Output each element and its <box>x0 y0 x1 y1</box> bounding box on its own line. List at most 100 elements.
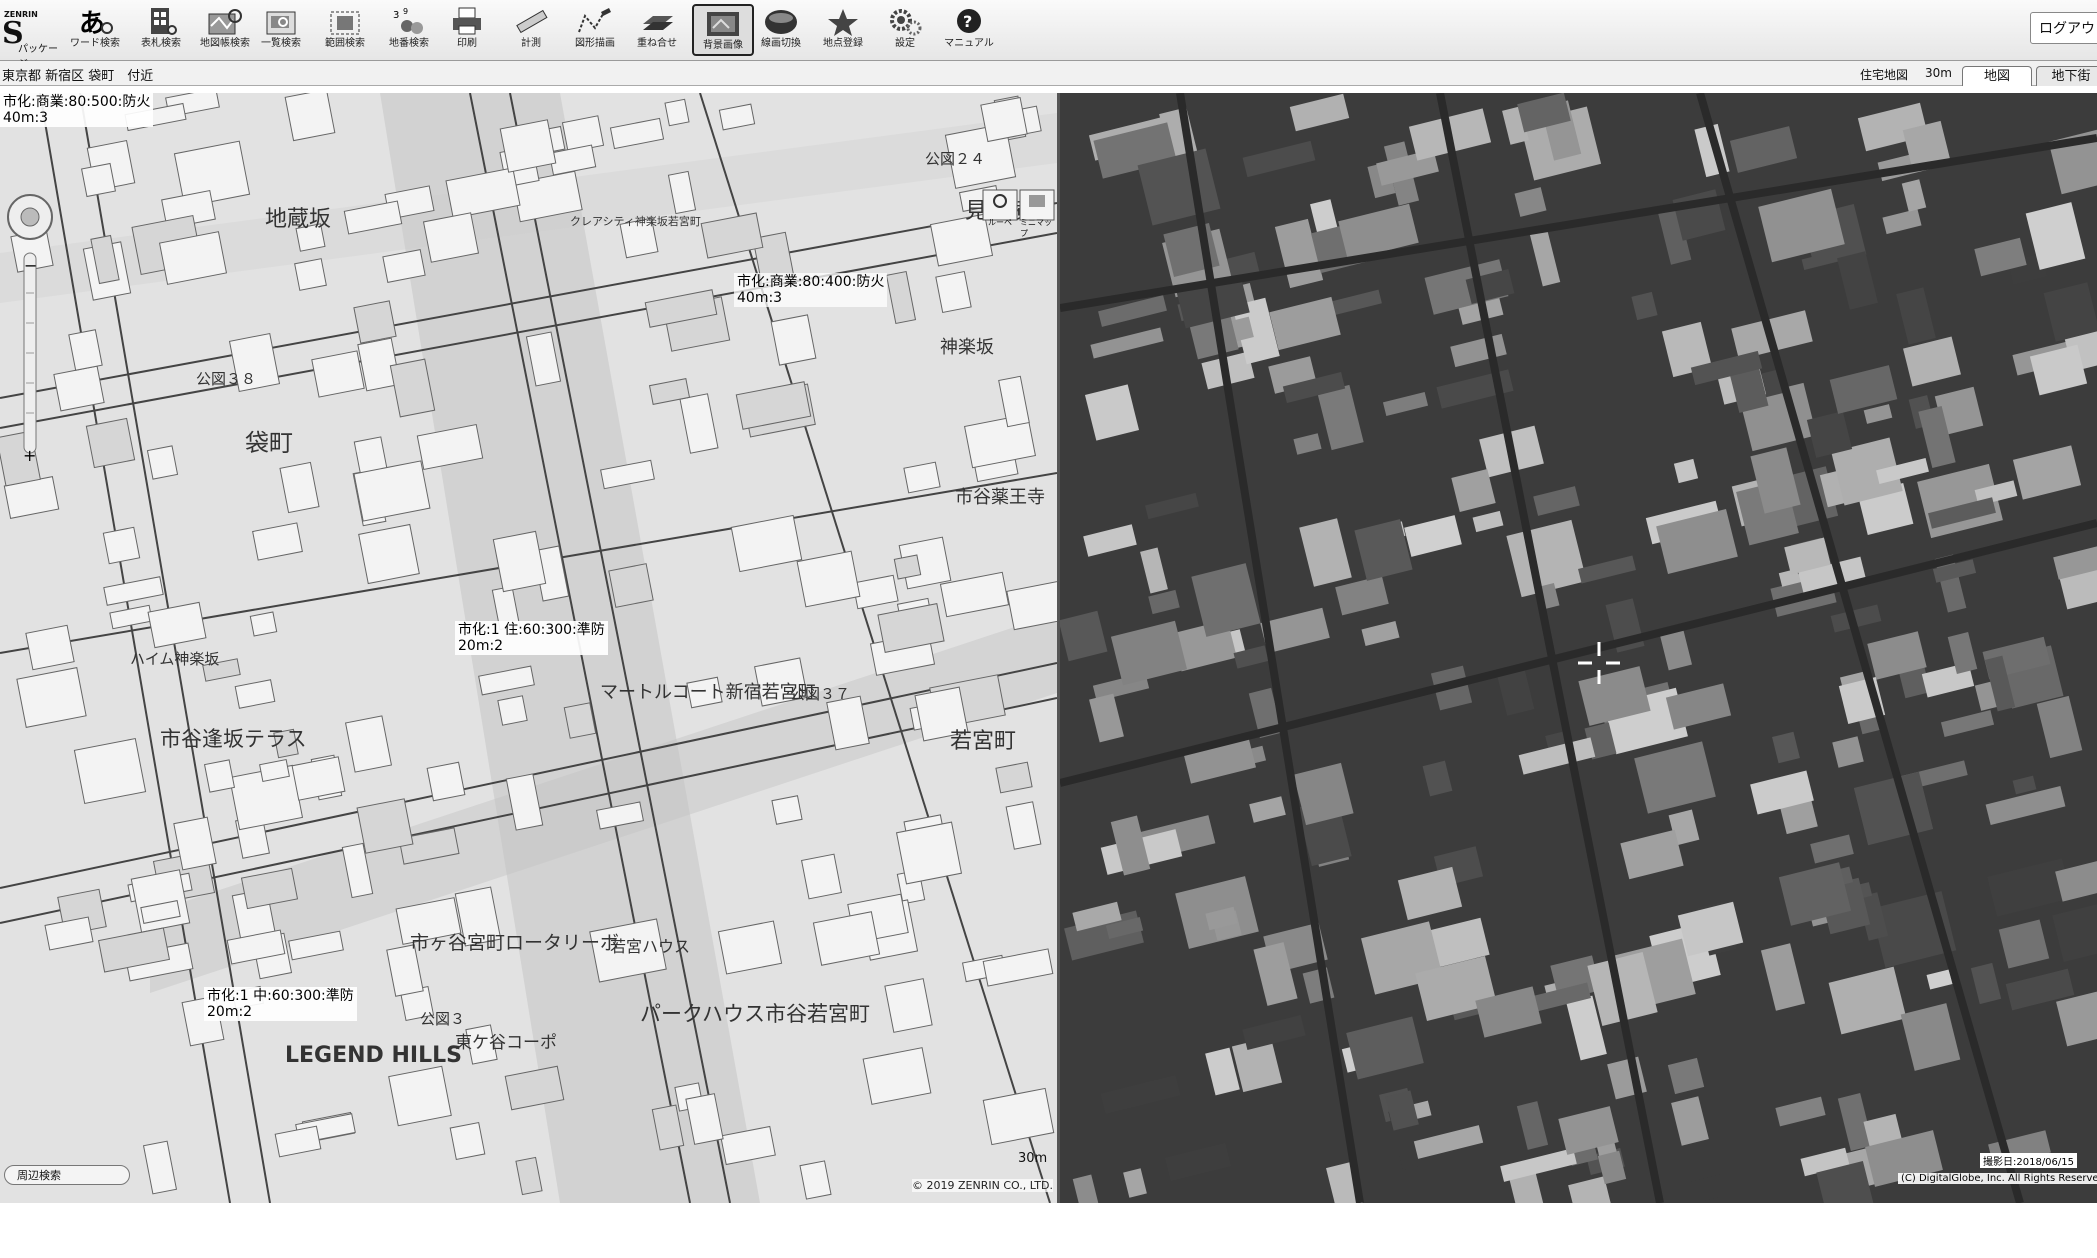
toolbar-label: 地点登録 <box>823 38 863 49</box>
toolbar-measure[interactable]: 計測 <box>500 4 562 56</box>
tab-underground[interactable]: 地下街 <box>2036 66 2097 86</box>
toolbar-list-search[interactable]: 一覧検索 <box>250 4 312 56</box>
lot-search-icon: 39 <box>393 7 423 34</box>
map-building <box>796 550 861 608</box>
loupe-label: ルーペ <box>988 218 1012 227</box>
map-building <box>497 695 528 726</box>
aerial-image <box>1060 93 2097 1203</box>
toolbar-word-search[interactable]: あ ワード検索 <box>64 4 126 56</box>
map-building <box>356 798 414 854</box>
toolbar-label: マニュアル <box>944 38 994 49</box>
app-logo: ZENRIN S パッケージ <box>0 8 64 70</box>
svg-text:−: − <box>24 256 37 275</box>
toolbar-overlay[interactable]: 重ね合せ <box>626 4 688 56</box>
toolbar-label: 設定 <box>895 38 915 49</box>
map-building <box>102 526 141 565</box>
map-building <box>358 523 420 585</box>
toolbar-label: 重ね合せ <box>637 38 677 49</box>
map-building <box>492 530 547 593</box>
measure-icon <box>516 9 548 34</box>
zoning-line: 市化:商業:80:500:防火 <box>3 94 151 110</box>
map-building <box>388 1065 452 1127</box>
map-label: 若宮ハウス <box>610 937 691 956</box>
overlay-icon <box>643 16 673 30</box>
map-building <box>422 212 480 263</box>
map-label: 市谷逢坂テラス <box>160 727 307 751</box>
map-building <box>130 869 191 933</box>
toolbar-print[interactable]: 印刷 <box>436 4 498 56</box>
map-building <box>608 563 654 608</box>
area-search-icon <box>330 11 360 35</box>
toolbar-atlas-search[interactable]: 地図帳検索 <box>194 4 256 56</box>
toolbar-area-search[interactable]: 範囲検索 <box>314 4 376 56</box>
toolbar-label: ワード検索 <box>70 38 120 49</box>
zoom-slider[interactable]: − + <box>6 193 54 483</box>
toolbar-nameplate-search[interactable]: 表札検索 <box>130 4 192 56</box>
map-building <box>85 417 136 469</box>
map-type-label: 住宅地図 <box>1860 68 1909 82</box>
draw-icon <box>578 8 611 33</box>
map-building <box>664 98 690 127</box>
word-search-icon: あ <box>79 9 113 38</box>
toolbar-manual[interactable]: ? マニュアル <box>938 4 1000 56</box>
map-label: 東ケ谷コーポ <box>455 1033 557 1053</box>
map-building <box>73 737 147 805</box>
map-building <box>249 611 278 637</box>
map-label: 袋町 <box>245 429 293 457</box>
zoning-line: 40m:3 <box>737 290 783 306</box>
map-label: LEGEND HILLS <box>285 1043 462 1068</box>
line-switch-icon <box>765 10 797 34</box>
map-scale-text: 30m <box>1018 1151 1048 1166</box>
map-building <box>563 702 597 739</box>
toolbar-label: 計測 <box>521 38 541 49</box>
map-building <box>426 761 466 802</box>
toolbar-settings[interactable]: 設定 <box>874 4 936 56</box>
aerial-photo[interactable]: 撮影日:2018/06/15 (C) DigitalGlobe, Inc. Al… <box>1060 93 2097 1203</box>
nameplate-search-icon <box>151 8 177 35</box>
tab-map[interactable]: 地図 <box>1962 66 2032 86</box>
map-label: クレアシティ神楽坂若宮町 <box>570 215 701 228</box>
toolbar-label: 地図帳検索 <box>200 38 250 49</box>
map-label: 市谷薬王寺 <box>955 487 1045 508</box>
gear-icon <box>890 9 922 36</box>
zoning-annotation: 市化:1 中:60:300:準防 20m:2 <box>204 987 357 1021</box>
list-search-icon <box>266 11 296 35</box>
help-icon: ? <box>957 9 981 33</box>
map-building <box>893 554 922 580</box>
nearby-search-dropdown[interactable]: 周辺検索 <box>4 1165 130 1185</box>
svg-text:9: 9 <box>403 7 408 16</box>
map-building <box>770 314 817 366</box>
toolbar: ZENRIN S パッケージ あ ワード検索 表札検索 地図帳検索 一覧検索 範… <box>0 0 2097 70</box>
map-building <box>311 350 365 398</box>
photo-credit: (C) DigitalGlobe, Inc. All Rights Reserv… <box>1898 1173 2097 1184</box>
zoning-line: 市化:商業:80:400:防火 <box>737 274 885 290</box>
map-label: 公図２４ <box>925 150 986 168</box>
toolbar-label: 図形描画 <box>575 38 615 49</box>
zoning-line: 20m:2 <box>458 638 504 654</box>
photo-date: 撮影日:2018/06/15 <box>1980 1153 2078 1168</box>
star-icon <box>828 9 858 36</box>
map-building <box>895 821 963 885</box>
toolbar-point-register[interactable]: 地点登録 <box>812 4 874 56</box>
toolbar-label: 表札検索 <box>141 38 181 49</box>
minimap-label: ミニマップ <box>1020 218 1052 238</box>
toolbar-line-switch[interactable]: 線画切換 <box>750 4 812 56</box>
map-label: パークハウス市谷若宮町 <box>640 1002 870 1026</box>
residential-map[interactable]: 地蔵坂 袋町 見番横丁 神楽坂 市谷薬王寺 若宮町 公図３８ 公図２４ 公図３７… <box>0 93 1057 1203</box>
map-building <box>935 270 972 314</box>
zoning-line: 市化:1 住:60:300:準防 <box>458 622 605 638</box>
zoning-line: 市化:1 中:60:300:準防 <box>207 988 354 1004</box>
logout-button[interactable]: ログアウ <box>2030 12 2097 44</box>
current-address: 東京都 新宿区 袋町 付近 <box>2 69 154 84</box>
address-bar: 東京都 新宿区 袋町 付近 住宅地図 30m 地図 地下街 <box>0 61 2097 86</box>
map-building <box>294 258 327 291</box>
zoning-line: 40m:3 <box>3 110 49 126</box>
toolbar-background-image[interactable]: 背景画像 <box>692 4 754 56</box>
map-building <box>25 624 75 671</box>
toolbar-lot-search[interactable]: 39 地番検索 <box>378 4 440 56</box>
map-label: 公図３ <box>420 1010 466 1028</box>
map-building <box>146 445 179 480</box>
map-label: 地蔵坂 <box>265 207 332 232</box>
toolbar-draw[interactable]: 図形描画 <box>564 4 626 56</box>
map-label: ハイム神楽坂 <box>130 650 220 668</box>
